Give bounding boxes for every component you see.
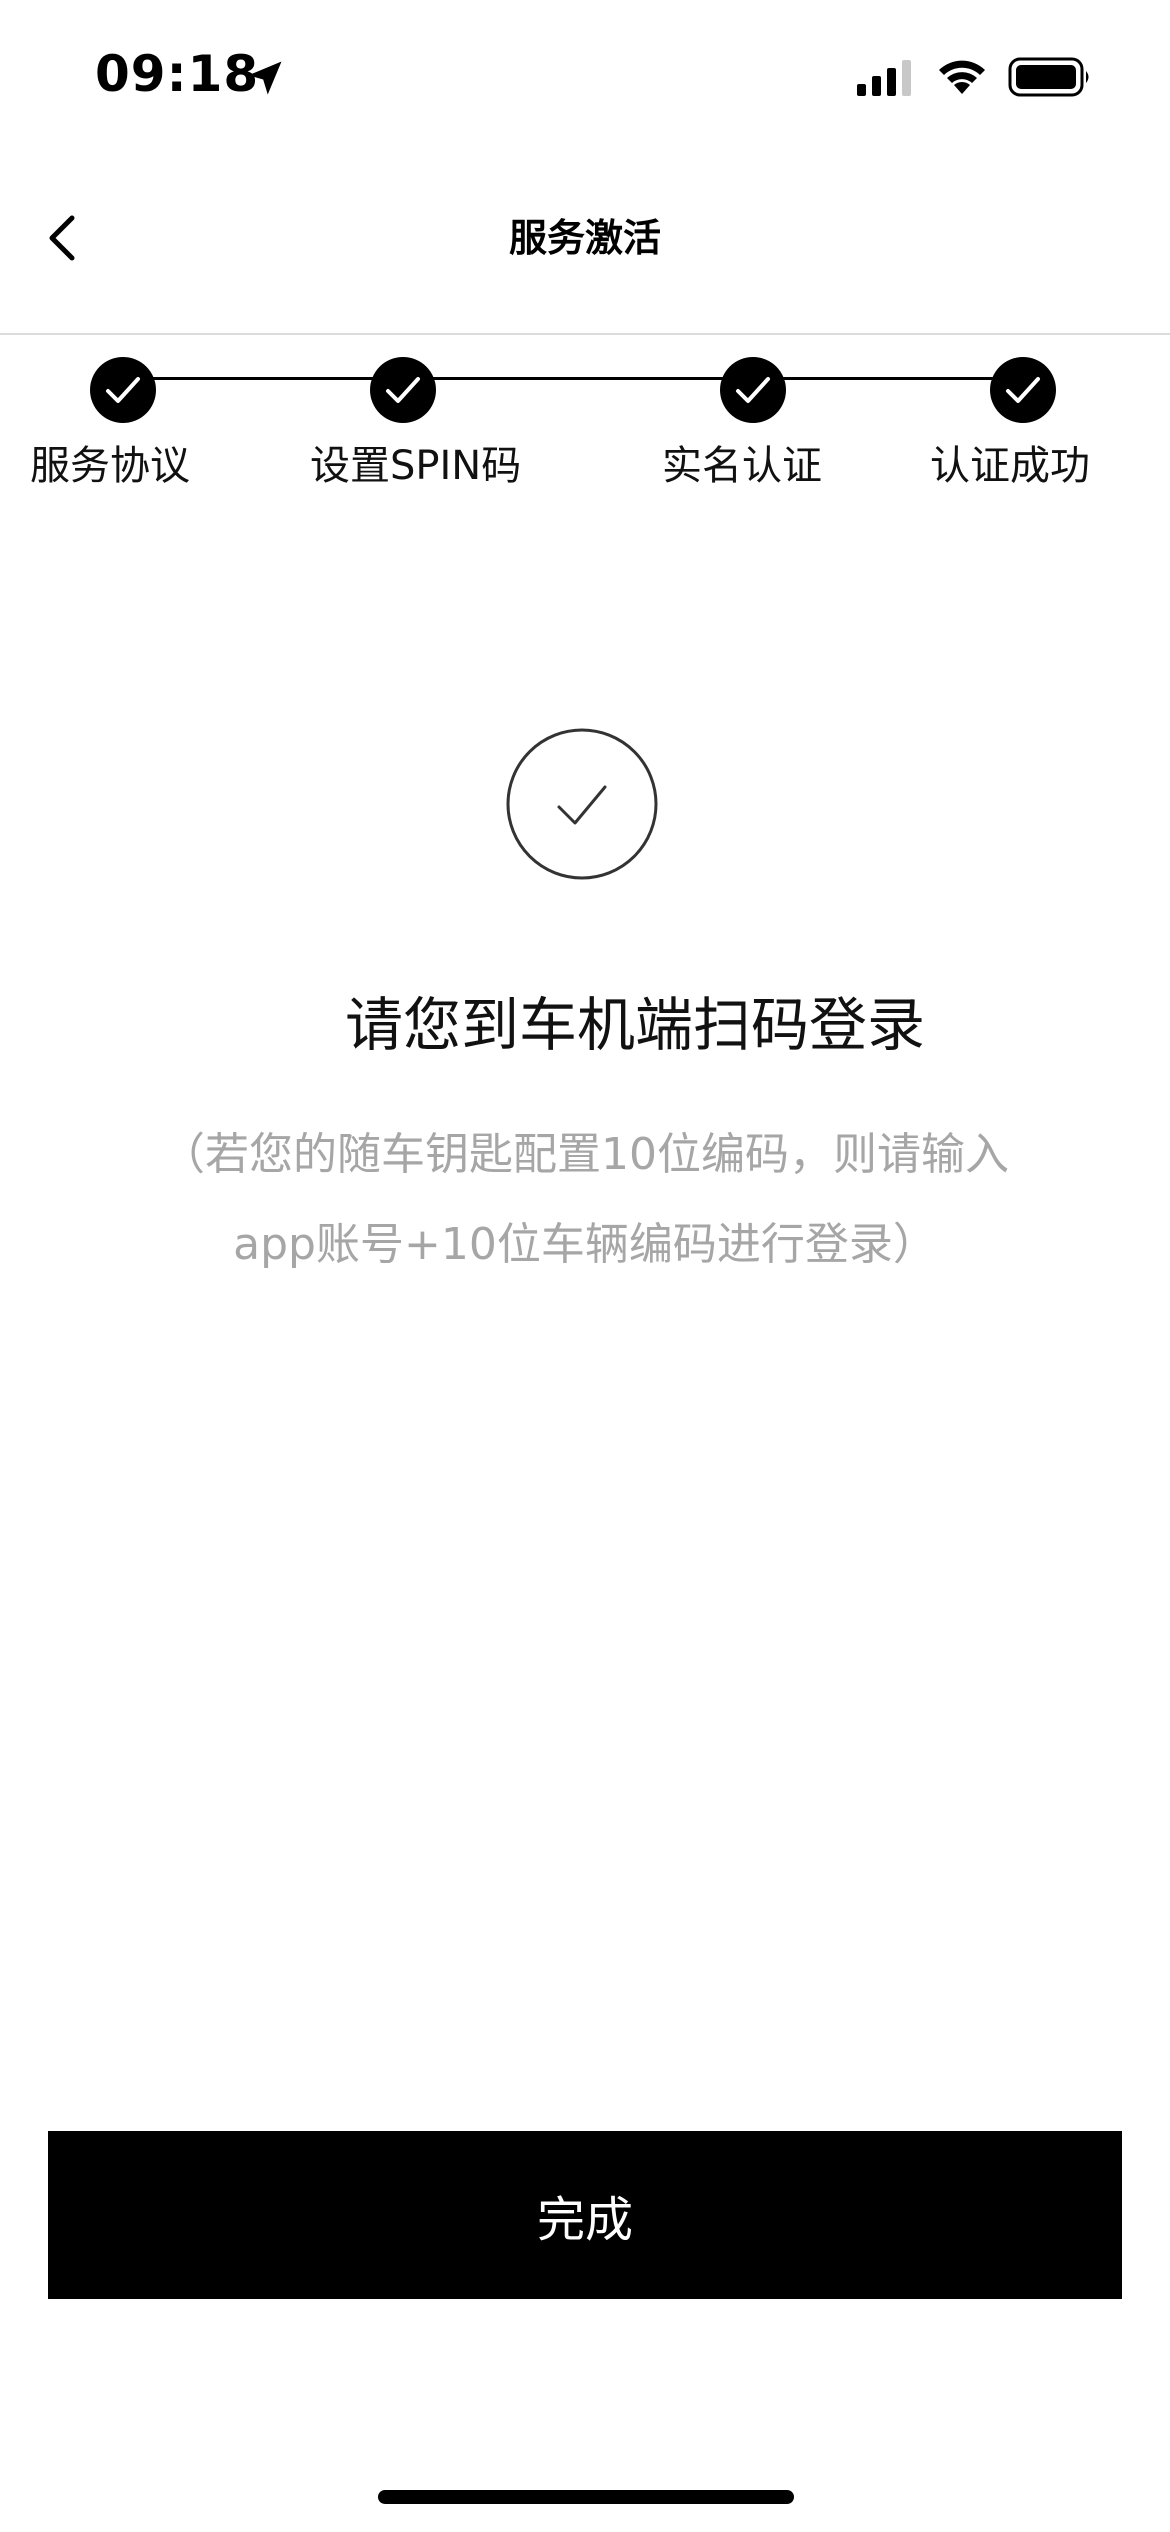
check-circle-icon — [506, 728, 658, 880]
status-bar: 09:18 — [0, 0, 1170, 150]
check-icon — [736, 377, 770, 403]
step-label-service-agreement: 服务协议 — [30, 443, 190, 489]
step-check-dot — [990, 357, 1056, 423]
screen: 09:18 服务激活 服务协议 设置SPIN码 实名认证 认证成功 请您到车机端… — [0, 0, 1170, 2532]
step-label-real-name: 实名认证 — [662, 443, 822, 489]
step-check-dot — [370, 357, 436, 423]
check-icon — [386, 377, 420, 403]
progress-stepper: 服务协议 设置SPIN码 实名认证 认证成功 — [0, 335, 1170, 515]
step-label-success: 认证成功 — [930, 443, 1090, 489]
step-check-dot — [90, 357, 156, 423]
done-button[interactable]: 完成 — [48, 2131, 1122, 2299]
login-hint: （若您的随车钥匙配置10位编码，则请输入app账号+10位车辆编码进行登录） — [161, 1129, 1009, 1270]
step-connector — [123, 377, 373, 380]
success-message: 请您到车机端扫码登录 — [344, 991, 925, 1059]
cellular-signal-icon — [857, 60, 911, 96]
battery-icon — [1008, 57, 1089, 97]
step-connector — [403, 377, 748, 380]
check-icon — [106, 377, 140, 403]
status-time: 09:18 — [95, 45, 260, 103]
page-title: 服务激活 — [508, 216, 661, 260]
nav-bar: 服务激活 — [0, 150, 1170, 335]
location-arrow-icon — [248, 61, 282, 95]
check-icon — [1006, 377, 1040, 403]
step-connector — [753, 377, 1023, 380]
step-label-set-spin: 设置SPIN码 — [310, 443, 522, 489]
wifi-icon — [939, 60, 985, 94]
home-indicator[interactable] — [378, 2490, 794, 2504]
step-check-dot — [720, 357, 786, 423]
